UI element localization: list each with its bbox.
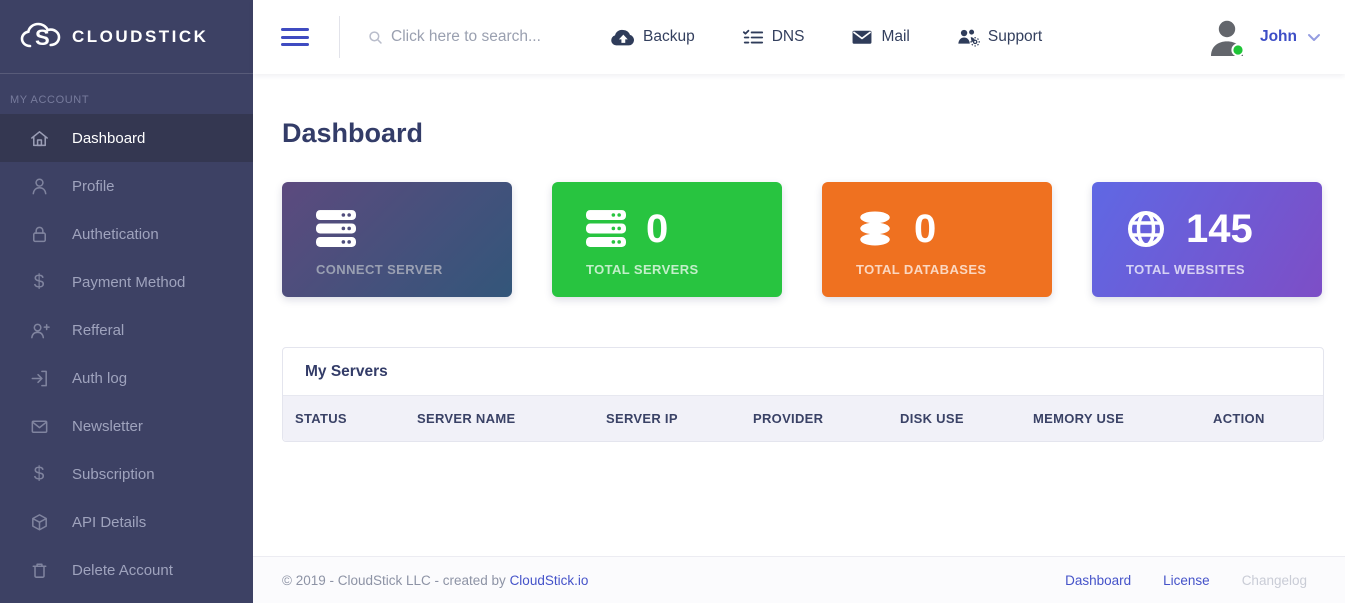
avatar [1210,20,1245,57]
stat-cards-row: CONNECT SERVER 0 TOTAL SERVERS 0 TOTAL D… [282,182,1326,297]
sidebar-item-label: Payment Method [72,273,186,291]
total-databases-card: 0 TOTAL DATABASES [822,182,1052,297]
card-value: 0 [646,207,669,251]
sidebar-item-label: Newsletter [72,417,143,435]
column-header-status: STATUS [295,411,347,426]
column-header-action: ACTION [1213,411,1265,426]
total-websites-card: 145 TOTAL WEBSITES [1092,182,1322,297]
mail-icon [852,30,872,44]
card-value: 0 [914,207,937,251]
cloudstick-cloud-icon: S [20,22,61,50]
sidebar-item-label: Dashboard [72,129,146,147]
home-icon [28,127,50,149]
user-name: John [1259,28,1297,45]
dollar-icon: $ [33,463,45,485]
globe-icon [1128,211,1164,247]
sidebar-item-delete-account[interactable]: Delete Account [0,546,253,594]
nav-label: DNS [771,28,805,45]
search-box [368,28,568,46]
column-header-disk-use: DISK USE [900,411,964,426]
sidebar-item-label: Subscription [72,465,155,483]
card-value: 145 [1186,207,1253,251]
user-icon [28,175,50,197]
svg-text:S: S [35,25,50,50]
copyright-prefix: © 2019 - CloudStick LLC - created by [282,572,510,588]
sidebar-item-newsletter[interactable]: Newsletter [0,402,253,450]
card-label: TOTAL DATABASES [856,262,987,277]
card-label: CONNECT SERVER [316,262,443,277]
sidebar-item-label: Authetication [72,225,159,243]
column-header-server-name: SERVER NAME [417,411,516,426]
sidebar-item-label: Auth log [72,369,128,387]
search-input[interactable] [391,28,561,46]
lock-icon [28,223,50,245]
user-menu[interactable]: John [1206,16,1321,58]
sidebar-item-subscription[interactable]: $ Subscription [0,450,253,498]
servers-table-header: STATUS SERVER NAME SERVER IP PROVIDER DI… [283,395,1323,441]
sidebar-item-profile[interactable]: Profile [0,162,253,210]
sidebar-item-auth-log[interactable]: Auth log [0,354,253,402]
top-header: Backup DNS Mail [253,0,1345,74]
nav-label: Support [987,28,1043,45]
panel-title: My Servers [305,363,388,380]
nav-label: Backup [643,28,695,45]
copyright-text: © 2019 - CloudStick LLC - created by Clo… [282,573,588,588]
sidebar-item-api-details[interactable]: API Details [0,498,253,546]
header-nav: Backup DNS Mail Support [610,27,1089,48]
card-label: TOTAL SERVERS [586,262,699,277]
page-title: Dashboard [282,118,424,148]
trash-icon [28,559,50,581]
footer-link-dashboard[interactable]: Dashboard [1065,573,1131,588]
footer-link-changelog[interactable]: Changelog [1242,573,1307,588]
header-divider [339,16,340,58]
envelope-icon [28,415,50,437]
sidebar-item-label: API Details [72,513,147,531]
nav-label: Mail [881,28,910,45]
sidebar-section-label: MY ACCOUNT [10,94,90,106]
sidebar-item-payment-method[interactable]: $ Payment Method [0,258,253,306]
chevron-down-icon [1307,33,1321,42]
search-icon [369,30,382,44]
footer-link-license[interactable]: License [1163,573,1210,588]
login-icon [28,367,50,389]
nav-support[interactable]: Support [957,27,1042,47]
cloud-upload-icon [611,29,635,45]
sidebar-item-refferal[interactable]: Refferal [0,306,253,354]
footer-links: Dashboard License Changelog [1033,573,1307,588]
server-stack-icon [316,210,356,248]
my-servers-panel: My Servers STATUS SERVER NAME SERVER IP … [282,347,1324,442]
user-plus-icon [28,319,50,341]
server-stack-icon [586,210,626,248]
sidebar-item-dashboard[interactable]: Dashboard [0,114,253,162]
brand-logo[interactable]: S CLOUDSTICK [0,0,253,74]
content-area: Dashboard CONNECT SERVER 0 TOTAL SERVERS… [253,74,1345,556]
nav-backup[interactable]: Backup [610,27,695,48]
app-root: S CLOUDSTICK MY ACCOUNT Dashboard Profil… [0,0,1345,603]
sidebar-item-label: Delete Account [72,561,173,579]
sidebar-item-authetication[interactable]: Authetication [0,210,253,258]
connect-server-card[interactable]: CONNECT SERVER [282,182,512,297]
main-column: Backup DNS Mail [253,0,1345,603]
hamburger-menu-icon[interactable] [281,24,309,51]
dollar-icon: $ [33,271,45,293]
footer: © 2019 - CloudStick LLC - created by Clo… [253,556,1345,603]
package-icon [28,511,50,533]
support-users-icon [958,29,980,47]
column-header-provider: PROVIDER [753,411,824,426]
nav-mail[interactable]: Mail [851,28,910,46]
sidebar-item-label: Profile [72,177,115,195]
card-label: TOTAL WEBSITES [1126,262,1245,277]
nav-dns[interactable]: DNS [742,28,805,47]
column-header-memory-use: MEMORY USE [1033,411,1125,426]
sidebar-nav: Dashboard Profile Authetication $ Paymen… [0,114,253,594]
cloudstick-credit-link[interactable]: CloudStick.io [510,573,589,588]
sidebar: S CLOUDSTICK MY ACCOUNT Dashboard Profil… [0,0,253,603]
column-header-server-ip: SERVER IP [606,411,678,426]
total-servers-card: 0 TOTAL SERVERS [552,182,782,297]
sidebar-item-label: Refferal [72,321,125,339]
dns-checklist-icon [742,29,763,43]
database-icon [860,211,890,246]
brand-name: CLOUDSTICK [72,26,209,46]
